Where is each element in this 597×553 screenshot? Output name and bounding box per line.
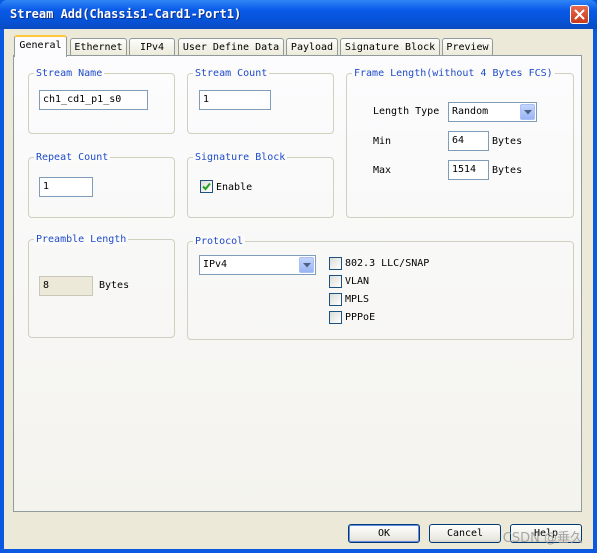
stream-count-input[interactable]: 1 (199, 90, 271, 110)
chevron-down-icon (303, 263, 311, 268)
stream-name-input[interactable]: ch1_cd1_p1_s0 (39, 90, 148, 110)
close-icon (574, 9, 585, 20)
min-label: Min (373, 136, 392, 147)
protocol-value: IPv4 (203, 259, 228, 270)
tab-preview[interactable]: Preview (442, 38, 493, 56)
max-unit-label: Bytes (492, 165, 523, 176)
preamble-length-input[interactable]: 8 (39, 276, 93, 296)
protocol-llc-snap-label: 802.3 LLC/SNAP (345, 258, 430, 269)
protocol-vlan-checkbox[interactable] (329, 275, 342, 288)
protocol-pppoe-label: PPPoE (345, 312, 376, 323)
tab-user-define-data[interactable]: User Define Data (178, 38, 284, 56)
checkmark-icon (202, 182, 211, 191)
cancel-button[interactable]: Cancel (429, 524, 501, 543)
tab-ethernet[interactable]: Ethernet (70, 38, 127, 56)
stream-name-legend: Stream Name (34, 68, 105, 79)
title-bar[interactable]: Stream Add(Chassis1-Card1-Port1) (0, 0, 597, 29)
chevron-down-icon (524, 110, 532, 115)
protocol-llc-snap-checkbox[interactable] (329, 257, 342, 270)
length-type-select[interactable]: Random (448, 102, 537, 122)
tab-general[interactable]: General (14, 35, 67, 57)
protocol-pppoe-checkbox[interactable] (329, 311, 342, 324)
tab-signature-block[interactable]: Signature Block (340, 38, 440, 56)
enable-label: Enable (216, 182, 253, 193)
repeat-count-input[interactable]: 1 (39, 177, 93, 197)
stream-count-legend: Stream Count (193, 68, 270, 79)
close-button[interactable] (570, 5, 589, 24)
protocol-dropdown-button[interactable] (299, 257, 314, 273)
protocol-mpls-checkbox[interactable] (329, 293, 342, 306)
repeat-count-legend: Repeat Count (34, 152, 111, 163)
max-label: Max (373, 165, 392, 176)
max-length-input[interactable]: 1514 (448, 160, 489, 180)
ok-button[interactable]: OK (348, 524, 420, 543)
tab-ipv4[interactable]: IPv4 (129, 38, 175, 56)
tab-payload[interactable]: Payload (286, 38, 338, 56)
frame-length-legend: Frame Length(without 4 Bytes FCS) (352, 68, 555, 79)
watermark-text: CSDN @垂久 (502, 531, 583, 546)
signature-block-legend: Signature Block (193, 152, 288, 163)
protocol-mpls-label: MPLS (345, 294, 370, 305)
min-length-input[interactable]: 64 (448, 131, 489, 151)
window-title: Stream Add(Chassis1-Card1-Port1) (10, 7, 242, 21)
protocol-legend: Protocol (193, 236, 246, 247)
preamble-length-legend: Preamble Length (34, 234, 129, 245)
length-type-label: Length Type (373, 106, 440, 117)
protocol-select[interactable]: IPv4 (199, 255, 316, 275)
length-type-dropdown-button[interactable] (520, 104, 535, 120)
enable-signature-checkbox[interactable] (200, 180, 213, 193)
min-unit-label: Bytes (492, 136, 523, 147)
length-type-value: Random (452, 106, 489, 117)
protocol-vlan-label: VLAN (345, 276, 370, 287)
preamble-unit-label: Bytes (99, 280, 130, 291)
